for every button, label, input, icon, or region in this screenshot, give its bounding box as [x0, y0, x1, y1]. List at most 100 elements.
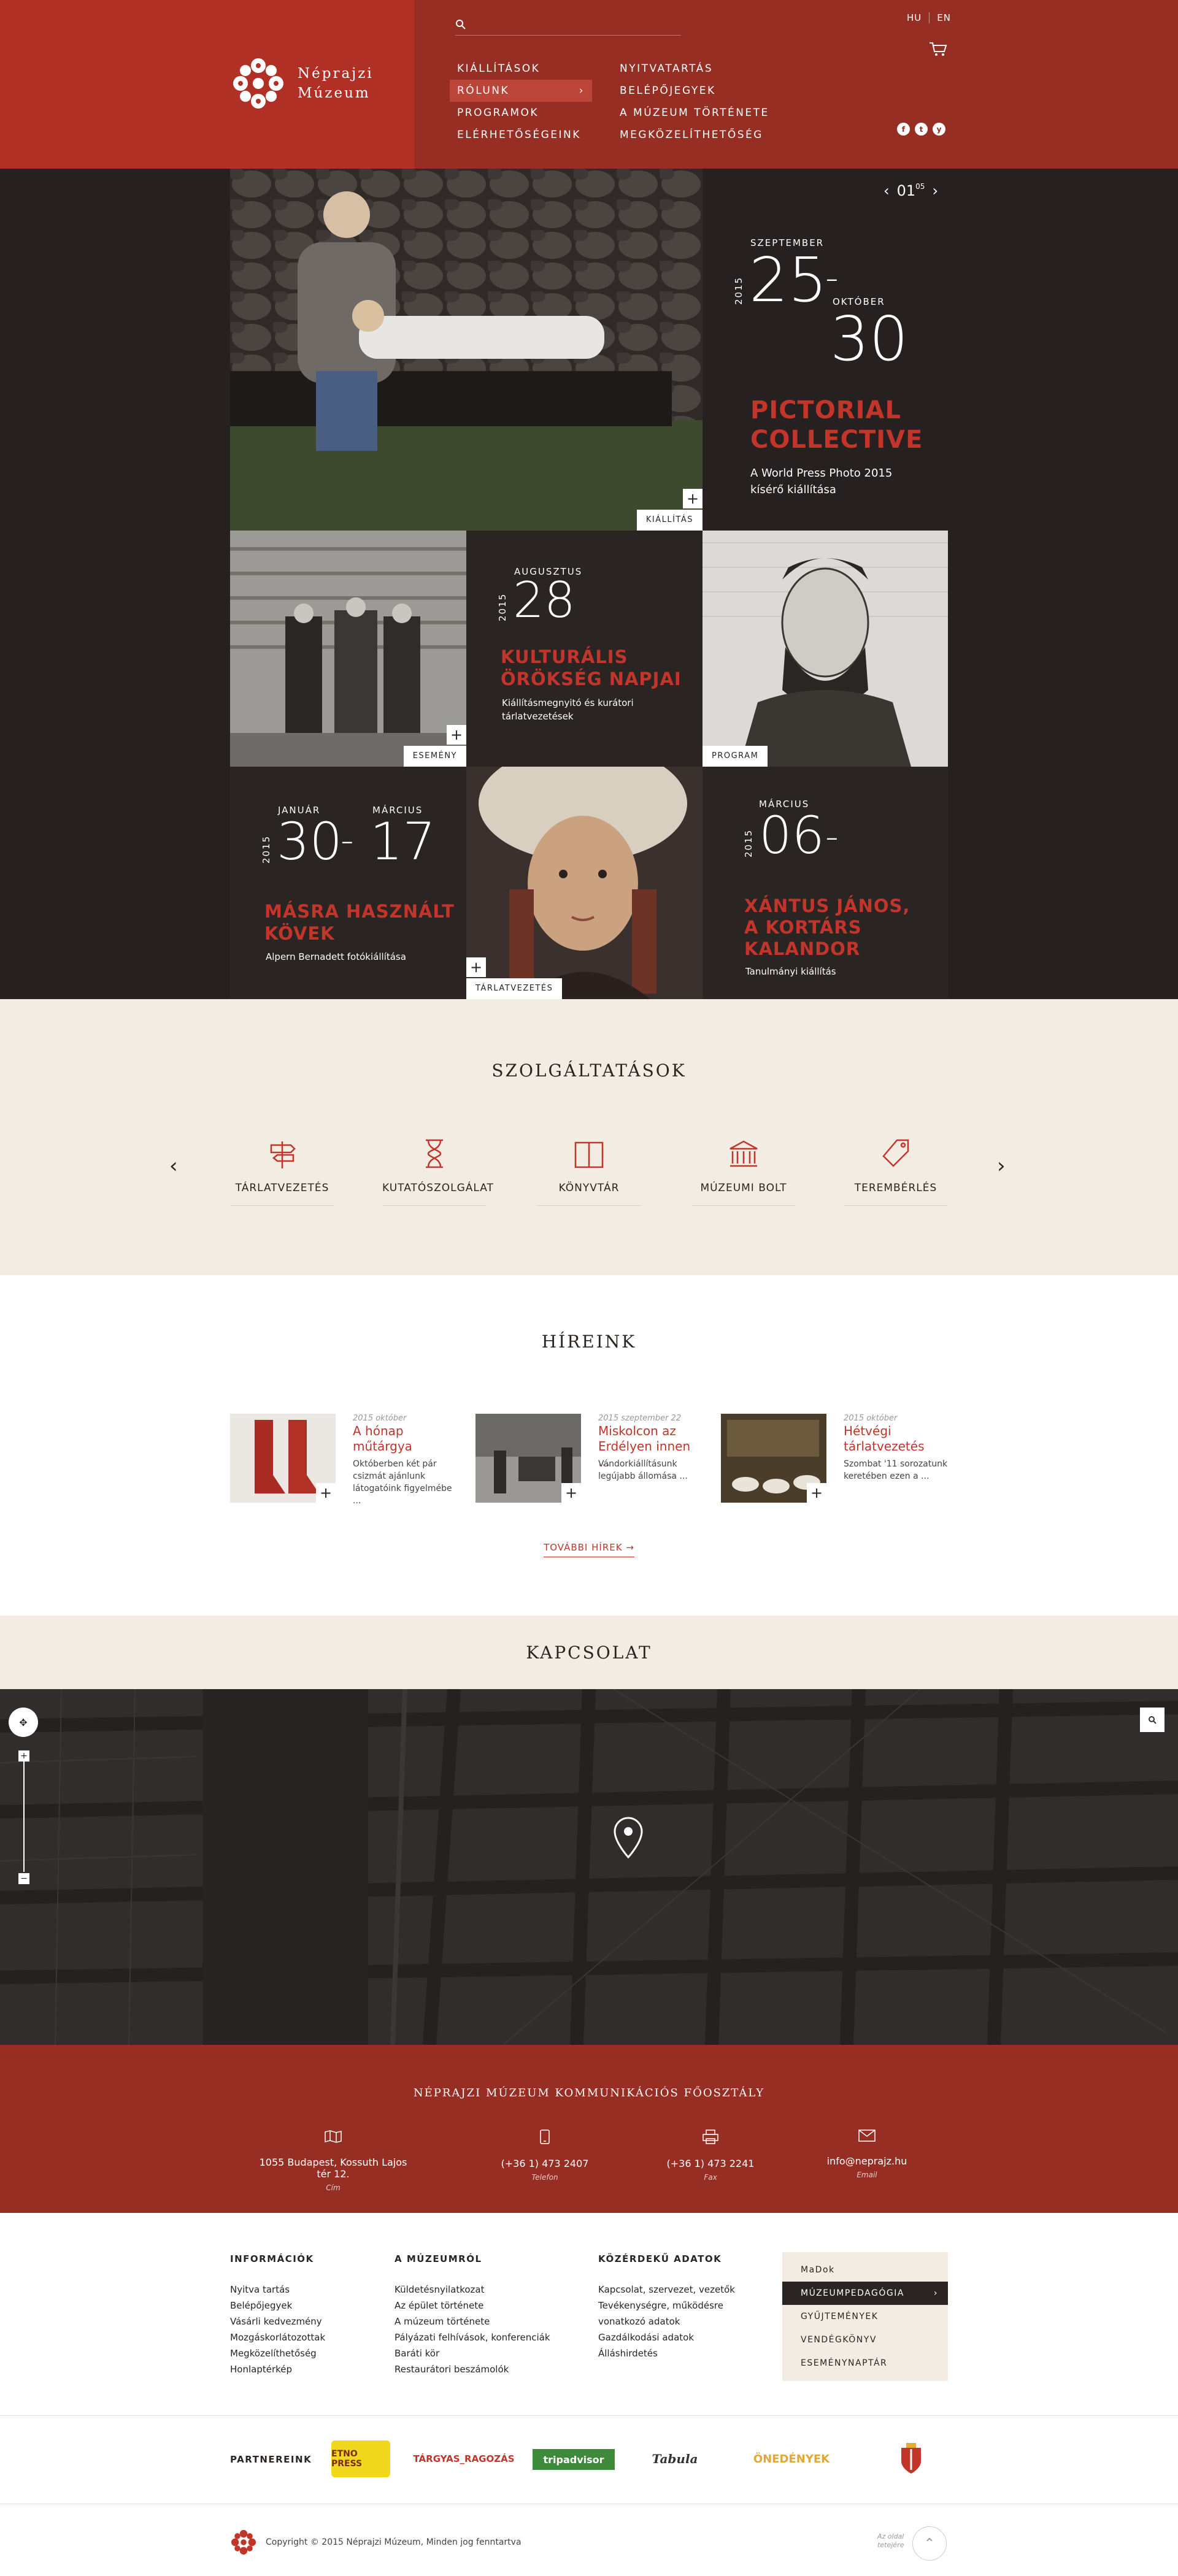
zoom-in-button[interactable]: + [18, 1750, 29, 1761]
lang-en[interactable]: EN [937, 12, 951, 23]
service-terembereles[interactable]: TEREMBÉRLÉS [844, 1135, 948, 1206]
nav-item-belepojegyek[interactable]: BELÉPŐJEGYEK [612, 80, 784, 102]
footer-link[interactable]: Belépőjegyek [230, 2298, 325, 2313]
footer-link[interactable]: Mozgáskorlátozottak [230, 2329, 325, 2345]
footer-link[interactable]: Az épület története [395, 2298, 550, 2313]
news-title-link[interactable]: A hónap műtárgya [353, 1424, 457, 1454]
footer-link[interactable]: A múzeum története [395, 2313, 550, 2329]
side-menu-item[interactable]: VENDÉGKÖNYV [782, 2328, 948, 2352]
map[interactable]: ✥ + − [0, 1689, 1178, 2045]
news-title-link[interactable]: Hétvégi tárlatvezetés [844, 1424, 948, 1454]
slide-counter: 0105 [896, 182, 925, 199]
side-menu-item-active[interactable]: MÚZEUMPEDAGÓGIA › [782, 2282, 948, 2305]
partner-logo[interactable]: tripadvisor [533, 2449, 615, 2470]
footer-link[interactable]: Honlaptérkép [230, 2361, 325, 2377]
news-item[interactable]: + 2015 október Hétvégi tárlatvezetés Szo… [721, 1414, 954, 1506]
featured-main-badge[interactable]: KIÁLLÍTÁS [636, 510, 703, 531]
footer-link[interactable]: Kapcsolat, szervezet, vezetők [598, 2282, 745, 2298]
footer-link[interactable]: Álláshirdetés [598, 2345, 745, 2361]
chevron-right-icon[interactable]: › [997, 1154, 1006, 1178]
nav-item-megkozelithetoseg[interactable]: MEGKÖZELÍTHETŐSÉG [612, 124, 784, 146]
side-menu-item[interactable]: MaDok [782, 2258, 948, 2282]
featured-main-subtitle: A World Press Photo 2015 kísérő kiállítás… [750, 467, 893, 496]
site-logo[interactable]: Néprajzi Múzeum [230, 55, 374, 112]
more-news-link[interactable]: TOVÁBBI HÍREK → [0, 1542, 1178, 1557]
footer-link[interactable]: Tevékenységre, működésre vonatkozó adato… [598, 2298, 745, 2329]
featured-main-title[interactable]: PICTORIAL COLLECTIVE [750, 396, 923, 454]
map-pan-control[interactable]: ✥ [9, 1708, 38, 1737]
back-to-top-label: Az oldal tetejére [877, 2532, 904, 2549]
chevron-left-icon[interactable]: ‹ [169, 1154, 178, 1178]
service-muzeumi-bolt[interactable]: MÚZEUMI BOLT [691, 1135, 796, 1206]
service-tarlatvezetes[interactable]: TÁRLATVEZETÉS [230, 1135, 334, 1206]
chevron-right-icon: › [933, 2288, 938, 2298]
partner-logo[interactable]: Tabula [644, 2440, 706, 2477]
search-bar[interactable] [455, 13, 681, 36]
lang-hu[interactable]: HU [907, 12, 922, 23]
prev-arrow-icon[interactable]: ‹ [884, 182, 890, 199]
zoom-slider[interactable] [23, 1761, 25, 1872]
footer-link[interactable]: Restaurátori beszámolók [395, 2361, 550, 2377]
plus-icon[interactable]: + [683, 489, 703, 508]
footer-link[interactable]: Pályázati felhívások, konferenciák [395, 2329, 550, 2345]
phone-icon [465, 2129, 625, 2147]
service-kutatoszolgalat[interactable]: KUTATÓSZOLGÁLAT [382, 1135, 493, 1206]
twitter-icon[interactable]: t [915, 123, 928, 136]
program-badge[interactable]: PROGRAM [703, 746, 768, 767]
footer-link[interactable]: Küldetésnyilatkozat [395, 2282, 550, 2298]
plus-icon[interactable]: + [316, 1483, 336, 1503]
chevron-up-icon: ⌃ [923, 2536, 936, 2551]
event-image[interactable]: + ESEMÉNY [230, 531, 466, 767]
stones-year: 2015 [261, 835, 272, 864]
side-menu-item[interactable]: GYŰJTEMÉNYEK [782, 2305, 948, 2328]
phone-link[interactable]: (+36 1) 473 2407 [465, 2158, 625, 2169]
facebook-icon[interactable]: f [897, 123, 910, 136]
service-konyvtar[interactable]: KÖNYVTÁR [537, 1135, 641, 1206]
youtube-icon[interactable]: y [933, 123, 945, 136]
partner-logo[interactable]: ÖNEDÉNYEK [739, 2440, 844, 2477]
footer-link[interactable]: Nyitva tartás [230, 2282, 325, 2298]
footer-link[interactable]: Megközelíthetőség [230, 2345, 325, 2361]
cart-icon[interactable] [928, 40, 948, 59]
news-excerpt: Szombat '11 sorozatunk keretében ezen a … [844, 1459, 948, 1481]
stones-title[interactable]: MÁSRA HASZNÁLT KÖVEK [264, 900, 455, 945]
zoom-out-button[interactable]: − [18, 1873, 29, 1884]
plus-icon[interactable]: + [466, 957, 486, 977]
event-title[interactable]: KULTURÁLIS ÖRÖKSÉG NAPJAI [501, 646, 682, 690]
ministry-crest-icon[interactable] [874, 2440, 948, 2477]
nav-item-programok[interactable]: PROGRAMOK [450, 102, 592, 124]
tour-badge[interactable]: TÁRLATVEZETÉS [466, 978, 563, 999]
news-section: HÍREINK + 2015 október A hónap műtárgya … [0, 1275, 1178, 1616]
featured-main-image[interactable]: + KIÁLLÍTÁS [230, 169, 703, 531]
footer-link[interactable]: Vásárli kedvezmény [230, 2313, 325, 2329]
map-search-button[interactable] [1140, 1708, 1165, 1732]
copyright-text: Copyright © 2015 Néprajzi Múzeum, Minden… [266, 2537, 522, 2547]
event-badge[interactable]: ESEMÉNY [403, 746, 466, 767]
footer-link[interactable]: Baráti kör [395, 2345, 550, 2361]
next-arrow-icon[interactable]: › [932, 182, 938, 199]
map-pin-icon[interactable] [611, 1815, 645, 1862]
plus-icon[interactable]: + [447, 725, 466, 745]
partner-logo[interactable]: TÁRGYAS_RAGOZÁS [413, 2440, 514, 2477]
back-to-top-button[interactable]: ⌃ [912, 2526, 947, 2561]
plus-icon[interactable]: + [807, 1483, 826, 1503]
news-item[interactable]: + 2015 október A hónap műtárgya Októberb… [230, 1414, 463, 1506]
side-menu-item[interactable]: ESEMÉNYNAPTÁR [782, 2352, 948, 2375]
search-input[interactable] [474, 18, 670, 30]
news-item[interactable]: + 2015 szeptember 22 Miskolcon az Erdély… [475, 1414, 709, 1506]
nav-item-kiallitasok[interactable]: KIÁLLÍTÁSOK [450, 58, 592, 80]
nav-item-elerhetosegeink[interactable]: ELÉRHETŐSÉGEINK [450, 124, 592, 146]
plus-icon[interactable]: + [561, 1483, 581, 1503]
partners: PARTNEREINK ETNO PRESS TÁRGYAS_RAGOZÁS t… [0, 2415, 1178, 2504]
footer: INFORMÁCIÓK Nyitva tartás Belépőjegyek V… [0, 2213, 1178, 2415]
xantus-title[interactable]: XÁNTUS JÁNOS, A KORTÁRS KALANDOR [744, 895, 910, 960]
tour-image[interactable]: + TÁRLATVEZETÉS [466, 767, 703, 999]
footer-link[interactable]: Gazdálkodási adatok [598, 2329, 745, 2345]
partner-logo[interactable]: ETNO PRESS [331, 2440, 390, 2477]
footer-logo-icon[interactable] [230, 2529, 257, 2558]
program-image[interactable]: PROGRAM [703, 531, 948, 767]
nav-item-rolunk[interactable]: RÓLUNK › [450, 80, 592, 102]
nav-item-nyitvatartas[interactable]: NYITVATARTÁS [612, 58, 784, 80]
nav-item-muzeum-tortenete[interactable]: A MÚZEUM TÖRTÉNETE [612, 102, 784, 124]
email-link[interactable]: info@neprajz.hu [787, 2155, 947, 2167]
